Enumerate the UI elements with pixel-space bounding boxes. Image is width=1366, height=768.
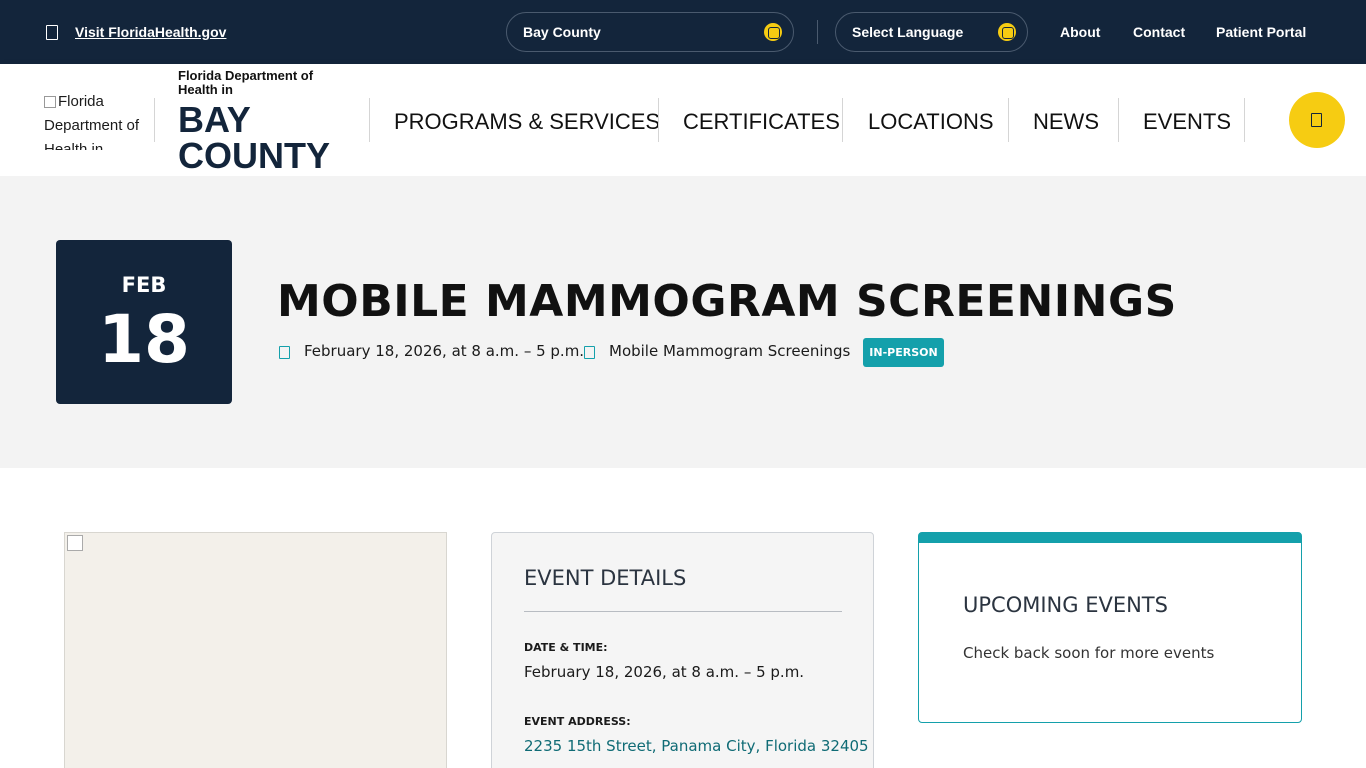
nav-divider (1244, 98, 1245, 142)
event-datetime: February 18, 2026, at 8 a.m. – 5 p.m. (304, 342, 585, 360)
nav-divider (842, 98, 843, 142)
date-time-label: DATE & TIME: (524, 641, 608, 654)
contact-link[interactable]: Contact (1133, 24, 1185, 40)
language-selector[interactable]: Select Language (835, 12, 1028, 52)
doh-logo[interactable]: Florida Department of Health in (44, 90, 144, 150)
top-utility-bar: Visit FloridaHealth.gov Bay County Selec… (0, 0, 1366, 64)
broken-image-icon (67, 535, 83, 551)
event-image (64, 532, 447, 768)
upcoming-events-card: UPCOMING EVENTS Check back soon for more… (918, 532, 1302, 723)
nav-certificates[interactable]: CERTIFICATES (683, 109, 840, 135)
nav-divider (1118, 98, 1119, 142)
upcoming-events-heading: UPCOMING EVENTS (963, 593, 1168, 617)
nav-divider (369, 98, 370, 142)
search-icon (1311, 113, 1322, 127)
upcoming-events-message: Check back soon for more events (963, 644, 1215, 662)
event-details-heading: EVENT DETAILS (524, 566, 687, 590)
divider (524, 611, 842, 612)
department-name: Florida Department of Health in (178, 68, 314, 97)
tag-icon (584, 346, 595, 359)
document-icon (46, 25, 58, 40)
nav-programs-services[interactable]: PROGRAMS & SERVICES (394, 109, 660, 135)
page-title: MOBILE MAMMOGRAM SCREENINGS (277, 276, 1177, 327)
patient-portal-link[interactable]: Patient Portal (1216, 24, 1306, 40)
nav-events[interactable]: EVENTS (1143, 109, 1231, 135)
county-selector[interactable]: Bay County (506, 12, 794, 52)
event-details-card: EVENT DETAILS DATE & TIME: February 18, … (491, 532, 874, 768)
language-selector-label: Select Language (852, 24, 964, 40)
event-day: 18 (98, 301, 190, 378)
nav-news[interactable]: NEWS (1033, 109, 1099, 135)
site-header: Florida Department of Health in Florida … (0, 64, 1366, 176)
nav-divider (1008, 98, 1009, 142)
calendar-icon (279, 346, 290, 359)
nav-divider (658, 98, 659, 142)
globe-icon (998, 23, 1016, 41)
broken-image-icon (44, 96, 56, 109)
search-button[interactable] (1289, 92, 1345, 148)
event-address-label: EVENT ADDRESS: (524, 715, 631, 728)
header-divider (154, 98, 155, 142)
event-hero: FEB 18 MOBILE MAMMOGRAM SCREENINGS Febru… (0, 176, 1366, 468)
date-time-value: February 18, 2026, at 8 a.m. – 5 p.m. (524, 663, 805, 681)
county-selector-label: Bay County (523, 24, 601, 40)
county-name[interactable]: BAY COUNTY (178, 102, 358, 174)
event-date-box: FEB 18 (56, 240, 232, 404)
event-address-link[interactable]: 2235 15th Street, Panama City, Florida 3… (524, 737, 869, 755)
event-category[interactable]: Mobile Mammogram Screenings (609, 342, 850, 360)
nav-locations[interactable]: LOCATIONS (868, 109, 994, 135)
in-person-badge: IN-PERSON (863, 338, 944, 367)
topbar-divider (817, 20, 818, 44)
event-month: FEB (121, 273, 167, 297)
visit-floridahealth-link[interactable]: Visit FloridaHealth.gov (75, 24, 226, 40)
about-link[interactable]: About (1060, 24, 1100, 40)
logo-alt-text: Florida Department of Health in (44, 93, 140, 150)
county-selector-icon (764, 23, 782, 41)
